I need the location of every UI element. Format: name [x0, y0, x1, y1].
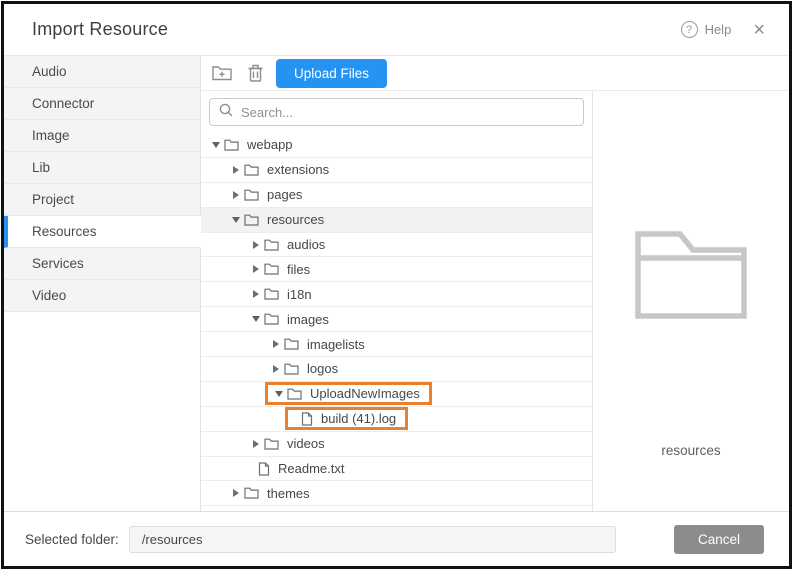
- tree-item-label: build (41).log: [321, 411, 396, 426]
- annotation-highlight-box: build (41).log: [285, 407, 408, 430]
- tree-item-label: images: [287, 312, 329, 327]
- sidebar-item-resources[interactable]: Resources: [4, 216, 201, 248]
- folder-icon: [224, 139, 239, 151]
- sidebar-item-audio[interactable]: Audio: [4, 56, 200, 88]
- tree-row-files[interactable]: files: [201, 257, 592, 282]
- tree-row-images[interactable]: images: [201, 307, 592, 332]
- import-resource-dialog: Import Resource ? Help × Audio Connector I…: [1, 1, 792, 569]
- sidebar-item-connector[interactable]: Connector: [4, 88, 200, 120]
- expand-arrow-icon[interactable]: [248, 290, 264, 298]
- sidebar-item-label: Services: [32, 256, 84, 271]
- dialog-footer: Selected folder: Cancel: [4, 511, 789, 566]
- sidebar-item-label: Video: [32, 288, 66, 303]
- sidebar-item-services[interactable]: Services: [4, 248, 200, 280]
- tree-row-i18n[interactable]: i18n: [201, 282, 592, 307]
- file-icon: [258, 462, 270, 476]
- tree-row-readme-txt[interactable]: Readme.txt: [201, 457, 592, 482]
- sidebar-item-label: Resources: [32, 224, 97, 239]
- sidebar-item-image[interactable]: Image: [4, 120, 200, 152]
- folder-icon: [264, 239, 279, 251]
- tree-row-logos[interactable]: logos: [201, 357, 592, 382]
- tree-item-label: i18n: [287, 287, 312, 302]
- trash-icon[interactable]: [243, 61, 267, 85]
- tree-row-webapp[interactable]: webapp: [201, 133, 592, 158]
- tree-row-videos[interactable]: videos: [201, 432, 592, 457]
- selected-folder-label: Selected folder:: [25, 532, 119, 547]
- tree-item-label: videos: [287, 436, 325, 451]
- tree-row-audios[interactable]: audios: [201, 233, 592, 258]
- collapse-arrow-icon[interactable]: [271, 391, 287, 397]
- preview-folder-name: resources: [661, 443, 720, 458]
- file-icon: [301, 412, 313, 426]
- sidebar-item-label: Lib: [32, 160, 50, 175]
- expand-arrow-icon[interactable]: [268, 340, 284, 348]
- folder-icon: [287, 388, 302, 400]
- sidebar-list: Audio Connector Image Lib Project Resources Se…: [4, 56, 201, 511]
- search-input-box[interactable]: [209, 98, 584, 126]
- search-input[interactable]: [241, 105, 574, 120]
- tree-row-imagelists[interactable]: imagelists: [201, 332, 592, 357]
- tree-item-label: themes: [267, 486, 310, 501]
- folder-icon: [264, 313, 279, 325]
- tree-row-pages[interactable]: pages: [201, 183, 592, 208]
- tree-item-label: logos: [307, 361, 338, 376]
- expand-arrow-icon[interactable]: [228, 489, 244, 497]
- tree-item-label: extensions: [267, 162, 329, 177]
- folder-icon: [264, 288, 279, 300]
- tree-item-label: imagelists: [307, 337, 365, 352]
- cancel-button[interactable]: Cancel: [674, 525, 764, 554]
- tree-item-label: webapp: [247, 137, 293, 152]
- help-button[interactable]: ? Help: [681, 21, 732, 38]
- tree-item-label: Readme.txt: [278, 461, 344, 476]
- expand-arrow-icon[interactable]: [228, 191, 244, 199]
- close-icon[interactable]: ×: [753, 20, 765, 40]
- search-icon: [219, 103, 233, 122]
- folder-preview-icon: [635, 231, 747, 324]
- tree-item-label: audios: [287, 237, 325, 252]
- tree-row-extensions[interactable]: extensions: [201, 158, 592, 183]
- folder-icon: [284, 363, 299, 375]
- expand-arrow-icon[interactable]: [268, 365, 284, 373]
- tree-item-label: files: [287, 262, 310, 277]
- new-folder-icon[interactable]: [210, 61, 234, 85]
- sidebar-item-project[interactable]: Project: [4, 184, 200, 216]
- tree-item-label: UploadNewImages: [310, 386, 420, 401]
- expand-arrow-icon[interactable]: [248, 265, 264, 273]
- sidebar-item-lib[interactable]: Lib: [4, 152, 200, 184]
- tree-row-uploadnewimages[interactable]: UploadNewImages: [201, 382, 592, 407]
- selected-folder-input[interactable]: [129, 526, 616, 553]
- sidebar-item-label: Project: [32, 192, 74, 207]
- folder-icon: [244, 189, 259, 201]
- expand-arrow-icon[interactable]: [228, 166, 244, 174]
- folder-icon: [284, 338, 299, 350]
- page-title: Import Resource: [32, 19, 168, 40]
- sidebar-item-label: Audio: [32, 64, 67, 79]
- tree-row-themes[interactable]: themes: [201, 481, 592, 506]
- folder-icon: [244, 164, 259, 176]
- tree-item-label: resources: [267, 212, 324, 227]
- sidebar-item-label: Connector: [32, 96, 94, 111]
- folder-icon: [244, 487, 259, 499]
- collapse-arrow-icon[interactable]: [228, 217, 244, 223]
- help-label: Help: [705, 22, 732, 37]
- collapse-arrow-icon[interactable]: [208, 142, 224, 148]
- sidebar-item-video[interactable]: Video: [4, 280, 200, 312]
- upload-files-button[interactable]: Upload Files: [276, 59, 387, 88]
- expand-arrow-icon[interactable]: [248, 440, 264, 448]
- tree-row-resources[interactable]: resources: [201, 208, 592, 233]
- file-tree: webapp extensions pages resources audios file…: [201, 133, 592, 511]
- folder-icon: [264, 438, 279, 450]
- tree-item-label: pages: [267, 187, 302, 202]
- sidebar-item-label: Image: [32, 128, 70, 143]
- annotation-highlight-box: UploadNewImages: [265, 382, 432, 405]
- folder-icon: [264, 263, 279, 275]
- dialog-header: Import Resource ? Help ×: [4, 4, 789, 56]
- preview-panel: resources: [593, 91, 789, 511]
- help-icon: ?: [681, 21, 698, 38]
- folder-icon: [244, 214, 259, 226]
- expand-arrow-icon[interactable]: [248, 241, 264, 249]
- tree-row-build-41-log[interactable]: build (41).log: [201, 407, 592, 432]
- toolbar: Upload Files: [201, 56, 789, 91]
- collapse-arrow-icon[interactable]: [248, 316, 264, 322]
